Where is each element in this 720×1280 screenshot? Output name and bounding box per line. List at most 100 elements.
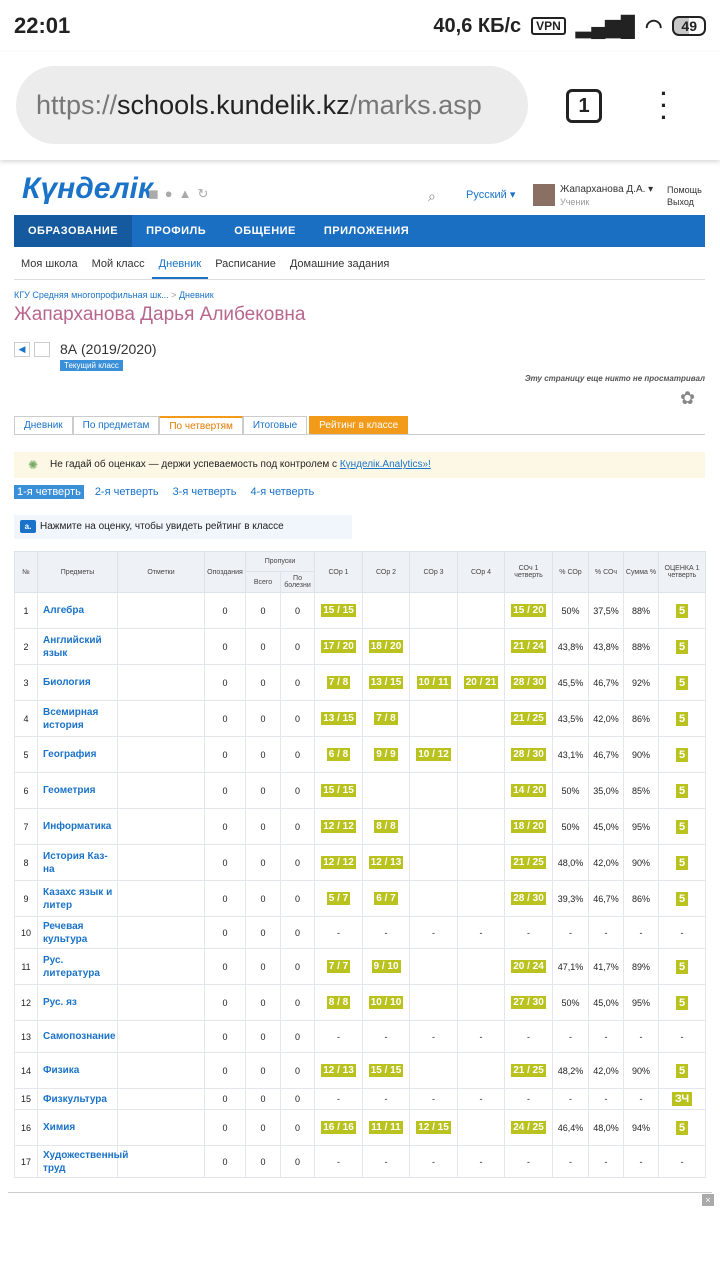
- mark-badge[interactable]: 10 / 12: [416, 748, 451, 761]
- mark-badge[interactable]: 12 / 12: [321, 820, 356, 833]
- mark-badge[interactable]: 10 / 11: [416, 676, 451, 689]
- breadcrumb-school[interactable]: КГУ Средняя многопрофильная шк...: [14, 290, 169, 300]
- quarter-3[interactable]: 3-я четверть: [170, 485, 240, 499]
- mark-badge[interactable]: 20 / 24: [511, 960, 546, 973]
- subject-link[interactable]: География: [37, 736, 118, 773]
- site-logo[interactable]: Күнделік: [22, 172, 153, 206]
- mark-badge[interactable]: 15 / 15: [321, 784, 356, 797]
- next-class-button[interactable]: [34, 342, 50, 357]
- mark-badge[interactable]: 27 / 30: [511, 996, 546, 1009]
- final-grade-badge[interactable]: 5: [675, 1120, 689, 1135]
- mark-badge[interactable]: 18 / 20: [511, 820, 546, 833]
- nav-profile[interactable]: ПРОФИЛЬ: [132, 215, 220, 247]
- mark-badge[interactable]: 28 / 30: [511, 748, 546, 761]
- final-grade-badge[interactable]: 5: [675, 819, 689, 834]
- close-icon[interactable]: ×: [702, 1194, 714, 1206]
- mark-badge[interactable]: 12 / 12: [321, 856, 356, 869]
- quarter-4[interactable]: 4-я четверть: [247, 485, 317, 499]
- mark-badge[interactable]: 16 / 16: [321, 1121, 356, 1134]
- mark-badge[interactable]: 6 / 8: [326, 748, 351, 761]
- tab-by-subject[interactable]: По предметам: [72, 416, 160, 434]
- mark-badge[interactable]: 13 / 15: [321, 712, 356, 725]
- analytics-link[interactable]: Күнделік.Analytics»!: [340, 459, 431, 470]
- final-grade-badge[interactable]: 5: [675, 675, 689, 690]
- nav-education[interactable]: ОБРАЗОВАНИЕ: [14, 215, 133, 247]
- subject-link[interactable]: Рус. литература: [37, 948, 118, 985]
- mark-badge[interactable]: 11 / 11: [369, 1121, 403, 1134]
- breadcrumb-diary[interactable]: Дневник: [179, 290, 214, 300]
- tab-final[interactable]: Итоговые: [242, 416, 308, 434]
- mark-badge[interactable]: 9 / 10: [371, 960, 401, 973]
- avatar[interactable]: [533, 184, 555, 206]
- mark-badge[interactable]: 8 / 8: [374, 820, 398, 833]
- subject-link[interactable]: Физкультура: [37, 1088, 118, 1110]
- mark-badge[interactable]: 7 / 8: [374, 712, 398, 725]
- url-bar[interactable]: https://schools.kundelik.kz/marks.asp: [16, 66, 528, 144]
- subject-link[interactable]: Физика: [37, 1052, 118, 1089]
- mark-badge[interactable]: 28 / 30: [511, 676, 546, 689]
- subject-link[interactable]: Казахс язык и литер: [37, 880, 118, 917]
- user-icon[interactable]: ●: [165, 186, 179, 201]
- subject-link[interactable]: Английский язык: [37, 628, 118, 665]
- subject-link[interactable]: Алгебра: [37, 592, 118, 629]
- final-grade-badge[interactable]: 5: [675, 639, 689, 654]
- quarter-2[interactable]: 2-я четверть: [92, 485, 162, 499]
- mark-badge[interactable]: 12 / 15: [416, 1121, 451, 1134]
- subject-link[interactable]: Художественный труд: [37, 1145, 128, 1178]
- mark-badge[interactable]: 21 / 25: [511, 1064, 546, 1077]
- final-grade-badge[interactable]: 5: [675, 995, 689, 1010]
- chat-icon[interactable]: ◼: [148, 186, 165, 201]
- language-selector[interactable]: Русский ▾: [466, 188, 515, 201]
- mark-badge[interactable]: 18 / 20: [368, 640, 404, 653]
- final-grade-badge[interactable]: 5: [675, 747, 689, 762]
- mark-badge[interactable]: 7 / 8: [326, 676, 351, 689]
- help-link[interactable]: Помощь: [667, 184, 702, 196]
- final-grade-badge[interactable]: 5: [675, 783, 689, 798]
- mark-badge[interactable]: 10 / 10: [368, 996, 404, 1009]
- tab-diary[interactable]: Дневник: [14, 416, 73, 434]
- mark-badge[interactable]: 5 / 7: [326, 892, 351, 905]
- mark-badge[interactable]: 7 / 7: [326, 960, 351, 973]
- prev-class-button[interactable]: ◀: [14, 342, 30, 357]
- mark-badge[interactable]: 13 / 15: [368, 676, 404, 689]
- mark-badge[interactable]: 15 / 15: [368, 1064, 404, 1077]
- mark-badge[interactable]: 28 / 30: [511, 892, 546, 905]
- subnav-my-class[interactable]: Мой класс: [85, 255, 152, 279]
- mark-badge[interactable]: 20 / 21: [463, 676, 499, 689]
- mark-badge[interactable]: 8 / 8: [326, 996, 351, 1009]
- subnav-homework[interactable]: Домашние задания: [283, 255, 396, 279]
- subject-link[interactable]: Химия: [37, 1109, 118, 1146]
- quarter-1[interactable]: 1-я четверть: [14, 485, 84, 499]
- mark-badge[interactable]: 12 / 13: [368, 856, 404, 869]
- mark-badge[interactable]: 9 / 9: [374, 748, 398, 761]
- subject-link[interactable]: Биология: [37, 664, 118, 701]
- mark-badge[interactable]: 17 / 20: [321, 640, 356, 653]
- search-icon[interactable]: ⌕: [428, 188, 436, 205]
- final-grade-badge[interactable]: 5: [675, 855, 689, 870]
- final-grade-badge[interactable]: ЗЧ: [671, 1092, 693, 1106]
- mark-badge[interactable]: 15 / 20: [511, 604, 546, 617]
- mark-badge[interactable]: 12 / 13: [321, 1064, 356, 1077]
- tab-class-rating[interactable]: Рейтинг в классе: [309, 416, 409, 434]
- final-grade-badge[interactable]: 5: [675, 959, 689, 974]
- nav-apps[interactable]: ПРИЛОЖЕНИЯ: [310, 215, 423, 247]
- subnav-diary[interactable]: Дневник: [151, 255, 209, 279]
- mark-badge[interactable]: 6 / 7: [374, 892, 398, 905]
- tab-switcher-button[interactable]: 1: [566, 89, 602, 123]
- subject-link[interactable]: История Каз-на: [37, 844, 118, 881]
- final-grade-badge[interactable]: 5: [675, 1063, 689, 1078]
- mark-badge[interactable]: 21 / 24: [511, 640, 546, 653]
- mark-badge[interactable]: 14 / 20: [511, 784, 546, 797]
- mark-badge[interactable]: 24 / 25: [511, 1121, 546, 1134]
- achievement-icon[interactable]: ✿: [680, 388, 695, 409]
- subject-link[interactable]: Рус. яз: [37, 984, 118, 1021]
- subject-link[interactable]: Всемирная история: [37, 700, 118, 737]
- subnav-my-school[interactable]: Моя школа: [14, 255, 85, 279]
- tab-by-quarter[interactable]: По четвертям: [159, 416, 243, 434]
- final-grade-badge[interactable]: 5: [675, 711, 689, 726]
- final-grade-badge[interactable]: 5: [675, 603, 689, 618]
- mark-badge[interactable]: 21 / 25: [511, 856, 546, 869]
- logout-link[interactable]: Выход: [667, 196, 702, 208]
- mark-badge[interactable]: 15 / 15: [321, 604, 356, 617]
- subject-link[interactable]: Информатика: [37, 808, 118, 845]
